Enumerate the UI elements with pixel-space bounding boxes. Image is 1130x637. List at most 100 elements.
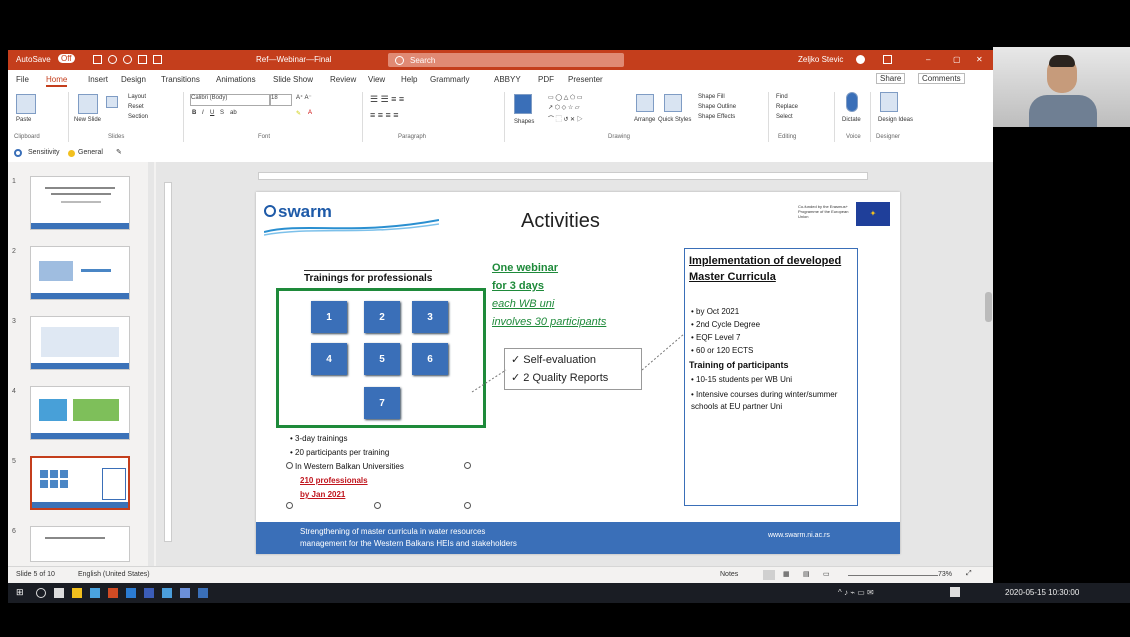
tile-5[interactable]: 5 bbox=[364, 343, 400, 375]
reuse-slides-icon[interactable] bbox=[106, 96, 118, 108]
tab-abbyy[interactable]: ABBYY bbox=[494, 75, 521, 84]
new-slide-icon[interactable] bbox=[78, 94, 98, 114]
quality-box[interactable]: ✓ Self-evaluation ✓ 2 Quality Reports bbox=[504, 348, 642, 390]
thumbnail-scrollbar[interactable] bbox=[148, 162, 154, 566]
tab-pdf[interactable]: PDF bbox=[538, 75, 554, 84]
tile-6[interactable]: 6 bbox=[412, 343, 448, 375]
selection-handle[interactable] bbox=[286, 462, 293, 469]
paste-icon[interactable] bbox=[16, 94, 36, 114]
slide-thumbnail-2[interactable] bbox=[30, 246, 130, 300]
tab-help[interactable]: Help bbox=[401, 75, 417, 84]
tile-2[interactable]: 2 bbox=[364, 301, 400, 333]
highlight-icon[interactable]: ✎ bbox=[296, 110, 301, 117]
slide-thumbnail-5[interactable] bbox=[30, 456, 130, 510]
bold-icon[interactable]: B bbox=[192, 110, 196, 116]
replace-button[interactable]: Replace bbox=[776, 104, 798, 110]
browser-icon[interactable] bbox=[90, 588, 100, 598]
editor-scrollbar[interactable] bbox=[984, 162, 993, 566]
slide-canvas[interactable]: swarm Activities Co-funded by the Erasmu… bbox=[256, 192, 900, 554]
shapes-gallery-icon-row3[interactable]: ⌒ ⬚ ↺ ✕ ▷ bbox=[548, 114, 583, 123]
tile-1[interactable]: 1 bbox=[311, 301, 347, 333]
app-icon[interactable] bbox=[180, 588, 190, 598]
redo-icon[interactable] bbox=[123, 55, 132, 64]
tab-file[interactable]: File bbox=[16, 75, 29, 84]
strikethrough-icon[interactable]: S bbox=[220, 110, 224, 116]
notification-icon[interactable] bbox=[950, 587, 960, 597]
powerpoint-icon[interactable] bbox=[108, 588, 118, 598]
tab-home[interactable]: Home bbox=[46, 75, 68, 87]
italic-icon[interactable]: I bbox=[202, 110, 204, 116]
microphone-icon[interactable] bbox=[846, 92, 858, 112]
task-view-icon[interactable] bbox=[54, 588, 64, 598]
shape-fill-button[interactable]: Shape Fill bbox=[698, 94, 725, 100]
zoom-slider[interactable] bbox=[848, 575, 938, 576]
slide-thumbnail-3[interactable] bbox=[30, 316, 130, 370]
font-name-select[interactable]: Calibri (Body) bbox=[190, 94, 270, 106]
search-icon[interactable] bbox=[36, 588, 46, 598]
shapes-button[interactable]: Shapes bbox=[514, 119, 534, 125]
autosave-toggle[interactable]: Off bbox=[58, 54, 75, 63]
share-button[interactable]: Share bbox=[876, 73, 906, 84]
slide-thumbnail-4[interactable] bbox=[30, 386, 130, 440]
quick-styles-button[interactable]: Quick Styles bbox=[658, 117, 691, 123]
restore-icon[interactable]: ▢ bbox=[953, 55, 961, 64]
tile-7[interactable]: 7 bbox=[364, 387, 400, 419]
bullet-item[interactable]: • 20 participants per training bbox=[290, 448, 389, 457]
tab-slide-show[interactable]: Slide Show bbox=[273, 75, 313, 84]
sensitivity-label[interactable]: Sensitivity bbox=[28, 149, 60, 156]
clock[interactable]: 2020-05-15 10:30:00 bbox=[1005, 588, 1079, 597]
bullet-item-highlight[interactable]: 210 professionals bbox=[300, 476, 368, 485]
bullet-item[interactable]: • 3-day trainings bbox=[290, 434, 348, 443]
slideshow-icon[interactable]: ▭ bbox=[823, 570, 830, 578]
close-icon[interactable]: ✕ bbox=[976, 55, 983, 64]
start-from-beginning-icon[interactable] bbox=[138, 55, 147, 64]
selection-handle[interactable] bbox=[286, 502, 293, 509]
bullet-item-highlight[interactable]: by Jan 2021 bbox=[300, 490, 345, 499]
arrange-icon[interactable] bbox=[636, 94, 654, 112]
webinar-line[interactable]: One webinar bbox=[492, 262, 558, 274]
tile-3[interactable]: 3 bbox=[412, 301, 448, 333]
app-icon[interactable] bbox=[198, 588, 208, 598]
touch-mode-icon[interactable] bbox=[153, 55, 162, 64]
font-color-icon[interactable]: A bbox=[308, 110, 312, 116]
undo-icon[interactable] bbox=[108, 55, 117, 64]
tab-grammarly[interactable]: Grammarly bbox=[430, 75, 470, 84]
dictate-button[interactable]: Dictate bbox=[842, 117, 861, 123]
fit-slide-icon[interactable]: ⤢ bbox=[966, 570, 972, 578]
webinar-line[interactable]: for 3 days bbox=[492, 280, 544, 292]
bullets-icon[interactable]: ☰ ☰ ≡ ≡ bbox=[370, 94, 404, 105]
slide-thumbnail-1[interactable] bbox=[30, 176, 130, 230]
tab-review[interactable]: Review bbox=[330, 75, 356, 84]
new-slide-button[interactable]: New Slide bbox=[74, 117, 101, 123]
arrange-button[interactable]: Arrange bbox=[634, 117, 655, 123]
shape-effects-button[interactable]: Shape Effects bbox=[698, 114, 735, 120]
file-explorer-icon[interactable] bbox=[72, 588, 82, 598]
vertical-ruler[interactable] bbox=[164, 182, 172, 542]
convert-smartart-icon[interactable] bbox=[514, 94, 532, 114]
section-button[interactable]: Section bbox=[128, 114, 148, 120]
tab-insert[interactable]: Insert bbox=[88, 75, 108, 84]
edit-pencil-icon[interactable]: ✎ bbox=[116, 148, 122, 156]
tile-4[interactable]: 4 bbox=[311, 343, 347, 375]
find-button[interactable]: Find bbox=[776, 94, 788, 100]
layout-button[interactable]: Layout bbox=[128, 94, 146, 100]
ribbon-display-icon[interactable] bbox=[883, 55, 892, 64]
tab-view[interactable]: View bbox=[368, 75, 385, 84]
language-status[interactable]: English (United States) bbox=[78, 571, 150, 578]
selection-handle[interactable] bbox=[464, 462, 471, 469]
slide-title[interactable]: Activities bbox=[521, 210, 600, 233]
trainings-heading[interactable]: Trainings for professionals bbox=[304, 270, 433, 284]
reset-button[interactable]: Reset bbox=[128, 104, 144, 110]
word-icon[interactable] bbox=[144, 588, 154, 598]
selection-handle[interactable] bbox=[464, 502, 471, 509]
design-ideas-button[interactable]: Design Ideas bbox=[878, 117, 913, 123]
design-ideas-icon[interactable] bbox=[880, 92, 898, 112]
normal-view-icon[interactable] bbox=[763, 570, 775, 580]
windows-start-icon[interactable]: ⊞ bbox=[16, 587, 26, 597]
zoom-level[interactable]: 73% bbox=[938, 571, 952, 578]
webinar-line[interactable]: involves 30 participants bbox=[492, 316, 606, 328]
character-spacing-icon[interactable]: ab bbox=[230, 110, 237, 116]
underline-icon[interactable]: U bbox=[210, 110, 214, 116]
tab-animations[interactable]: Animations bbox=[216, 75, 256, 84]
implementation-box[interactable]: Implementation of developed Master Curri… bbox=[684, 248, 858, 506]
